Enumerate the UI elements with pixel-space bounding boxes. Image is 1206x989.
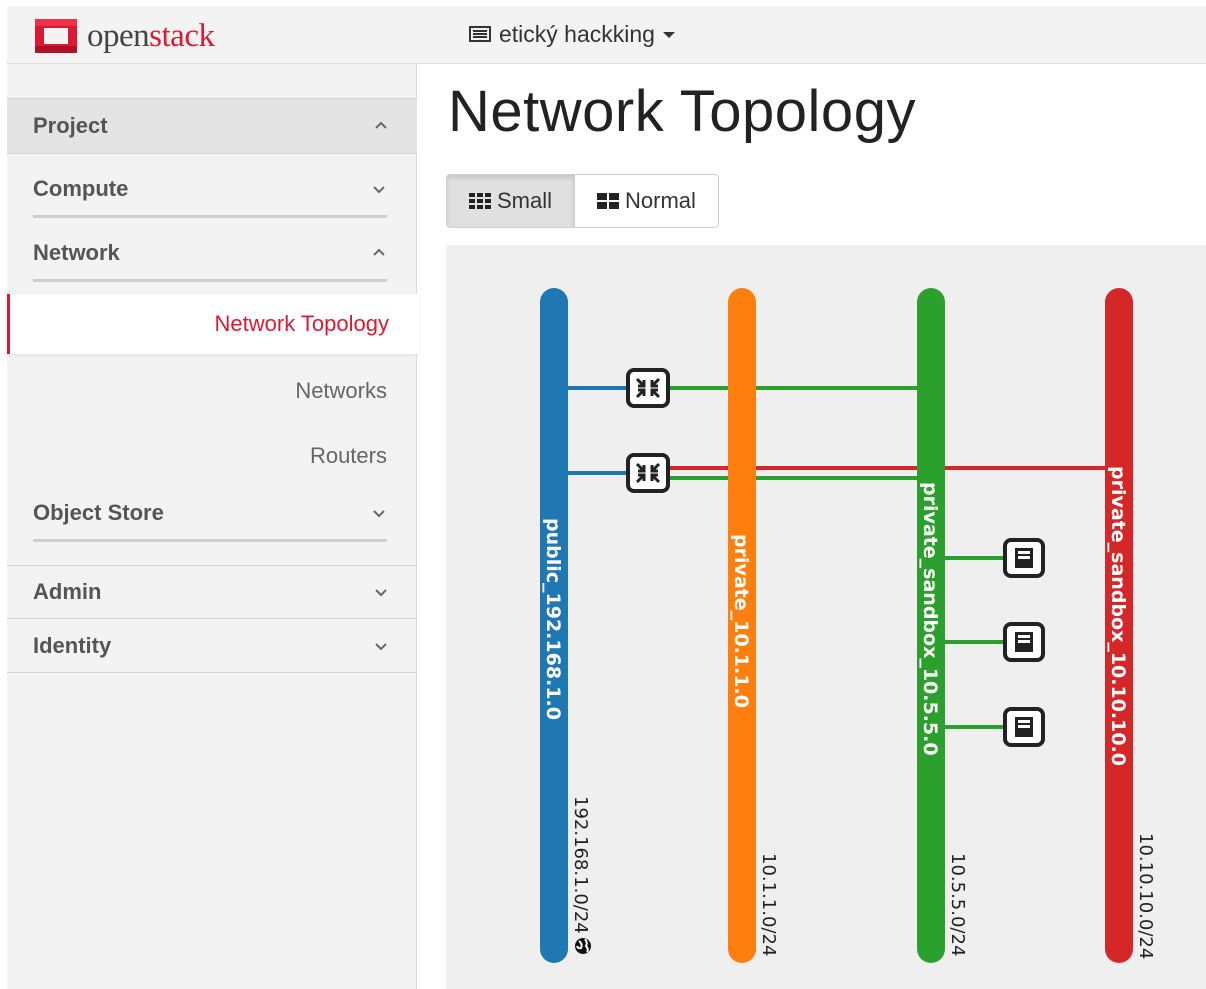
caret-down-icon [662,32,675,38]
instance-icon[interactable] [1003,622,1045,662]
sidebar-item-network-topology[interactable]: Network Topology [7,294,419,354]
network-name-label: private_sandbox_10.5.5.0 [919,482,941,756]
sidebar-item-networks[interactable]: Networks [7,361,417,421]
network-topology-canvas: public_192.168.1.0 192.168.1.0/24 private_… [446,245,1206,989]
network-cidr-label: 10.5.5.0/24 [947,853,968,956]
chevron-down-icon [373,185,385,193]
topology-view-toggle: Small Normal [446,174,719,228]
sidebar-panel-project-label: Project [33,113,108,138]
network-name-label: private_sandbox_10.10.10.0 [1107,466,1129,766]
brand-suffix: stack [149,17,215,54]
instance-icon[interactable] [1003,707,1045,747]
sidebar-panel-identity[interactable]: Identity [7,619,417,673]
chevron-down-icon [373,509,385,517]
sidebar-group-object-store[interactable]: Object Store [33,486,387,542]
router-icon[interactable] [626,453,670,493]
normal-view-button[interactable]: Normal [574,175,718,227]
globe-icon [575,938,591,954]
network-bar[interactable]: private_sandbox_10.5.5.0 10.5.5.0/24 [917,288,968,963]
sidebar-group-compute-label: Compute [33,175,129,201]
sidebar-group-compute[interactable]: Compute [33,162,387,218]
network-name-label: public_192.168.1.0 [542,518,564,720]
network-cidr-label: 10.1.1.0/24 [758,853,779,956]
top-navbar: openstack etický hackking [7,6,1206,64]
sidebar-group-network[interactable]: Network [33,226,387,282]
sidebar-panel-identity-label: Identity [33,632,112,658]
sidebar-panel-admin[interactable]: Admin [7,565,417,619]
normal-view-label: Normal [625,188,696,213]
grid-large-icon [597,193,620,209]
chevron-up-icon [373,248,385,256]
sidebar-item-routers[interactable]: Routers [7,426,417,486]
grid-small-icon [469,193,491,209]
sidebar: Project Compute Network Network Topology… [7,64,419,989]
openstack-logo[interactable]: openstack [33,14,215,58]
sidebar-panel-project[interactable]: Project [7,98,417,154]
project-name: etický hackking [499,20,655,47]
chevron-down-icon [375,642,387,650]
network-bar[interactable]: private_sandbox_10.10.10.0 10.10.10.0/24 [1105,288,1156,963]
router-icon[interactable] [626,368,670,408]
page-title: Network Topology [448,79,916,144]
chevron-down-icon [375,589,387,597]
instance-icon[interactable] [1003,538,1045,578]
brand-prefix: open [87,17,150,54]
network-name-label: private_10.1.1.0 [730,534,752,708]
sidebar-group-network-label: Network [33,239,120,265]
sidebar-panel-admin-label: Admin [33,579,102,604]
sidebar-group-object-store-label: Object Store [33,499,164,525]
network-cidr-label: 10.10.10.0/24 [1135,833,1156,959]
chevron-up-icon [375,121,387,129]
server-list-icon [469,26,491,42]
small-view-label: Small [497,188,553,213]
small-view-button[interactable]: Small [447,175,575,227]
openstack-logo-icon [33,16,79,56]
network-cidr-label: 192.168.1.0/24 [570,796,591,934]
project-dropdown[interactable]: etický hackking [469,18,675,50]
topology-svg: public_192.168.1.0 192.168.1.0/24 private_… [540,288,1156,963]
